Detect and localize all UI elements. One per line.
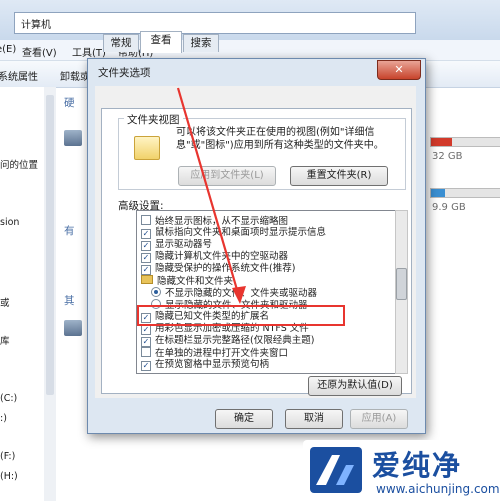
advanced-setting-row[interactable]: 隐藏文件和文件夹 — [141, 275, 234, 287]
logo-shape — [316, 455, 340, 485]
nav-drive-c[interactable]: (C:) — [0, 393, 17, 404]
nav-item[interactable]: 或 — [0, 295, 10, 309]
watermark-name: 爱纯净 — [372, 449, 463, 482]
network-icon — [64, 320, 82, 336]
checkbox[interactable]: ✓ — [141, 325, 151, 335]
uninstall-button[interactable]: 卸载或 — [60, 68, 90, 83]
checkbox[interactable] — [141, 215, 151, 225]
advanced-setting-row[interactable]: ✓ 在标题栏显示完整路径(仅限经典主题) — [141, 335, 315, 347]
section-title: 硬 — [64, 97, 75, 109]
advanced-setting-row[interactable]: 不显示隐藏的文件、文件夹或驱动器 — [151, 287, 318, 299]
radio-button[interactable] — [151, 287, 161, 297]
watermark-logo — [310, 447, 362, 493]
advanced-setting-label: 始终显示图标，从不显示缩略图 — [155, 216, 289, 227]
folder-icon — [141, 275, 153, 284]
cancel-button[interactable]: 取消 — [285, 409, 343, 429]
section-title: 有 — [64, 225, 75, 237]
nav-drive[interactable]: :) — [0, 413, 7, 424]
ok-button[interactable]: 确定 — [215, 409, 273, 429]
advanced-setting-label: 隐藏计算机文件夹中的空驱动器 — [155, 251, 289, 262]
advanced-setting-row[interactable]: ✓ 显示驱动器号 — [141, 239, 213, 251]
advanced-setting-row[interactable]: ✓ 隐藏受保护的操作系统文件(推荐) — [141, 263, 296, 275]
advanced-setting-label: 在单独的进程中打开文件夹窗口 — [155, 348, 289, 359]
nav-item[interactable]: 库 — [0, 333, 10, 347]
checkbox[interactable]: ✓ — [141, 337, 151, 347]
restore-defaults-button[interactable]: 还原为默认值(D) — [308, 376, 402, 396]
advanced-setting-row[interactable]: ✓ 隐藏计算机文件夹中的空驱动器 — [141, 251, 289, 263]
tab-view[interactable]: 查看 — [140, 31, 182, 53]
advanced-setting-label: 隐藏文件和文件夹 — [157, 276, 234, 287]
folder-view-icon — [134, 136, 160, 160]
logo-shape — [336, 465, 354, 485]
checkbox[interactable]: ✓ — [141, 265, 151, 275]
tab-search[interactable]: 搜索 — [183, 34, 219, 52]
reset-folders-button[interactable]: 重置文件夹(R) — [290, 166, 388, 186]
advanced-setting-label: 在标题栏显示完整路径(仅限经典主题) — [155, 335, 315, 346]
advanced-setting-row[interactable]: ✓ 鼠标指向文件夹和桌面项时显示提示信息 — [141, 227, 327, 239]
checkbox[interactable]: ✓ — [141, 253, 151, 263]
address-text: 计算机 — [21, 20, 51, 31]
advanced-setting-row[interactable]: 在单独的进程中打开文件夹窗口 — [141, 347, 289, 359]
nav-item[interactable]: sion — [0, 217, 19, 228]
menu-edit[interactable]: e(E) — [0, 44, 16, 55]
drive-size: 32 GB — [432, 151, 463, 162]
highlight-box — [137, 305, 345, 326]
advanced-setting-label: 显示驱动器号 — [155, 239, 213, 250]
close-icon: ✕ — [394, 63, 404, 76]
apply-to-folders-button[interactable]: 应用到文件夹(L) — [178, 166, 276, 186]
drive-usage-bar — [430, 137, 500, 147]
apply-button[interactable]: 应用(A) — [350, 409, 408, 429]
address-field[interactable]: 计算机 — [14, 12, 416, 34]
folder-view-label: 文件夹视图 — [124, 112, 183, 127]
checkbox[interactable] — [141, 347, 151, 357]
watermark-url: www.aichunjing.com — [376, 482, 500, 496]
dialog-title: 文件夹选项 — [98, 67, 151, 79]
drive-icon — [64, 130, 82, 146]
advanced-setting-row[interactable]: 始终显示图标，从不显示缩略图 — [141, 215, 289, 227]
section-title: 其 — [64, 295, 75, 307]
advanced-list-scroll-thumb[interactable] — [396, 268, 407, 300]
advanced-setting-label: 在预览窗格中显示预览句柄 — [155, 359, 270, 370]
navigation-pane: 问的位置 sion 或 库 (C:) :) (F:) (H:) — [0, 87, 45, 501]
close-button[interactable]: ✕ — [377, 60, 421, 80]
checkbox[interactable]: ✓ — [141, 361, 151, 371]
advanced-settings-list: 始终显示图标，从不显示缩略图 ✓ 鼠标指向文件夹和桌面项时显示提示信息 ✓ 显示驱动器号… — [136, 210, 396, 374]
address-bar-area: 计算机 — [0, 0, 500, 40]
nav-scroll-thumb[interactable] — [46, 95, 54, 395]
menu-view[interactable]: 查看(V) — [22, 44, 57, 59]
advanced-setting-row[interactable]: ✓ 在预览窗格中显示预览句柄 — [141, 359, 270, 371]
drive-usage-fill — [431, 189, 445, 197]
advanced-setting-label: 不显示隐藏的文件、文件夹或驱动器 — [165, 288, 318, 299]
drive-usage-bar — [430, 188, 500, 198]
checkbox[interactable]: ✓ — [141, 241, 151, 251]
checkbox[interactable]: ✓ — [141, 229, 151, 239]
drive-size: 9.9 GB — [432, 202, 466, 213]
system-properties-button[interactable]: 系统属性 — [0, 68, 38, 83]
advanced-setting-label: 隐藏受保护的操作系统文件(推荐) — [155, 263, 296, 274]
drive-usage-fill — [431, 138, 452, 146]
nav-item[interactable]: 问的位置 — [0, 157, 38, 171]
nav-drive-f[interactable]: (F:) — [0, 451, 15, 462]
folder-view-description: 可以将该文件夹正在使用的视图(例如"详细信息"或"图标")应用到所有这种类型的文… — [176, 127, 384, 151]
watermark-logo-icon — [316, 455, 354, 485]
menu-tools[interactable]: 工具(T) — [72, 44, 106, 59]
tab-general[interactable]: 常规 — [103, 34, 139, 52]
advanced-setting-label: 鼠标指向文件夹和桌面项时显示提示信息 — [155, 227, 327, 238]
nav-drive-h[interactable]: (H:) — [0, 471, 18, 482]
